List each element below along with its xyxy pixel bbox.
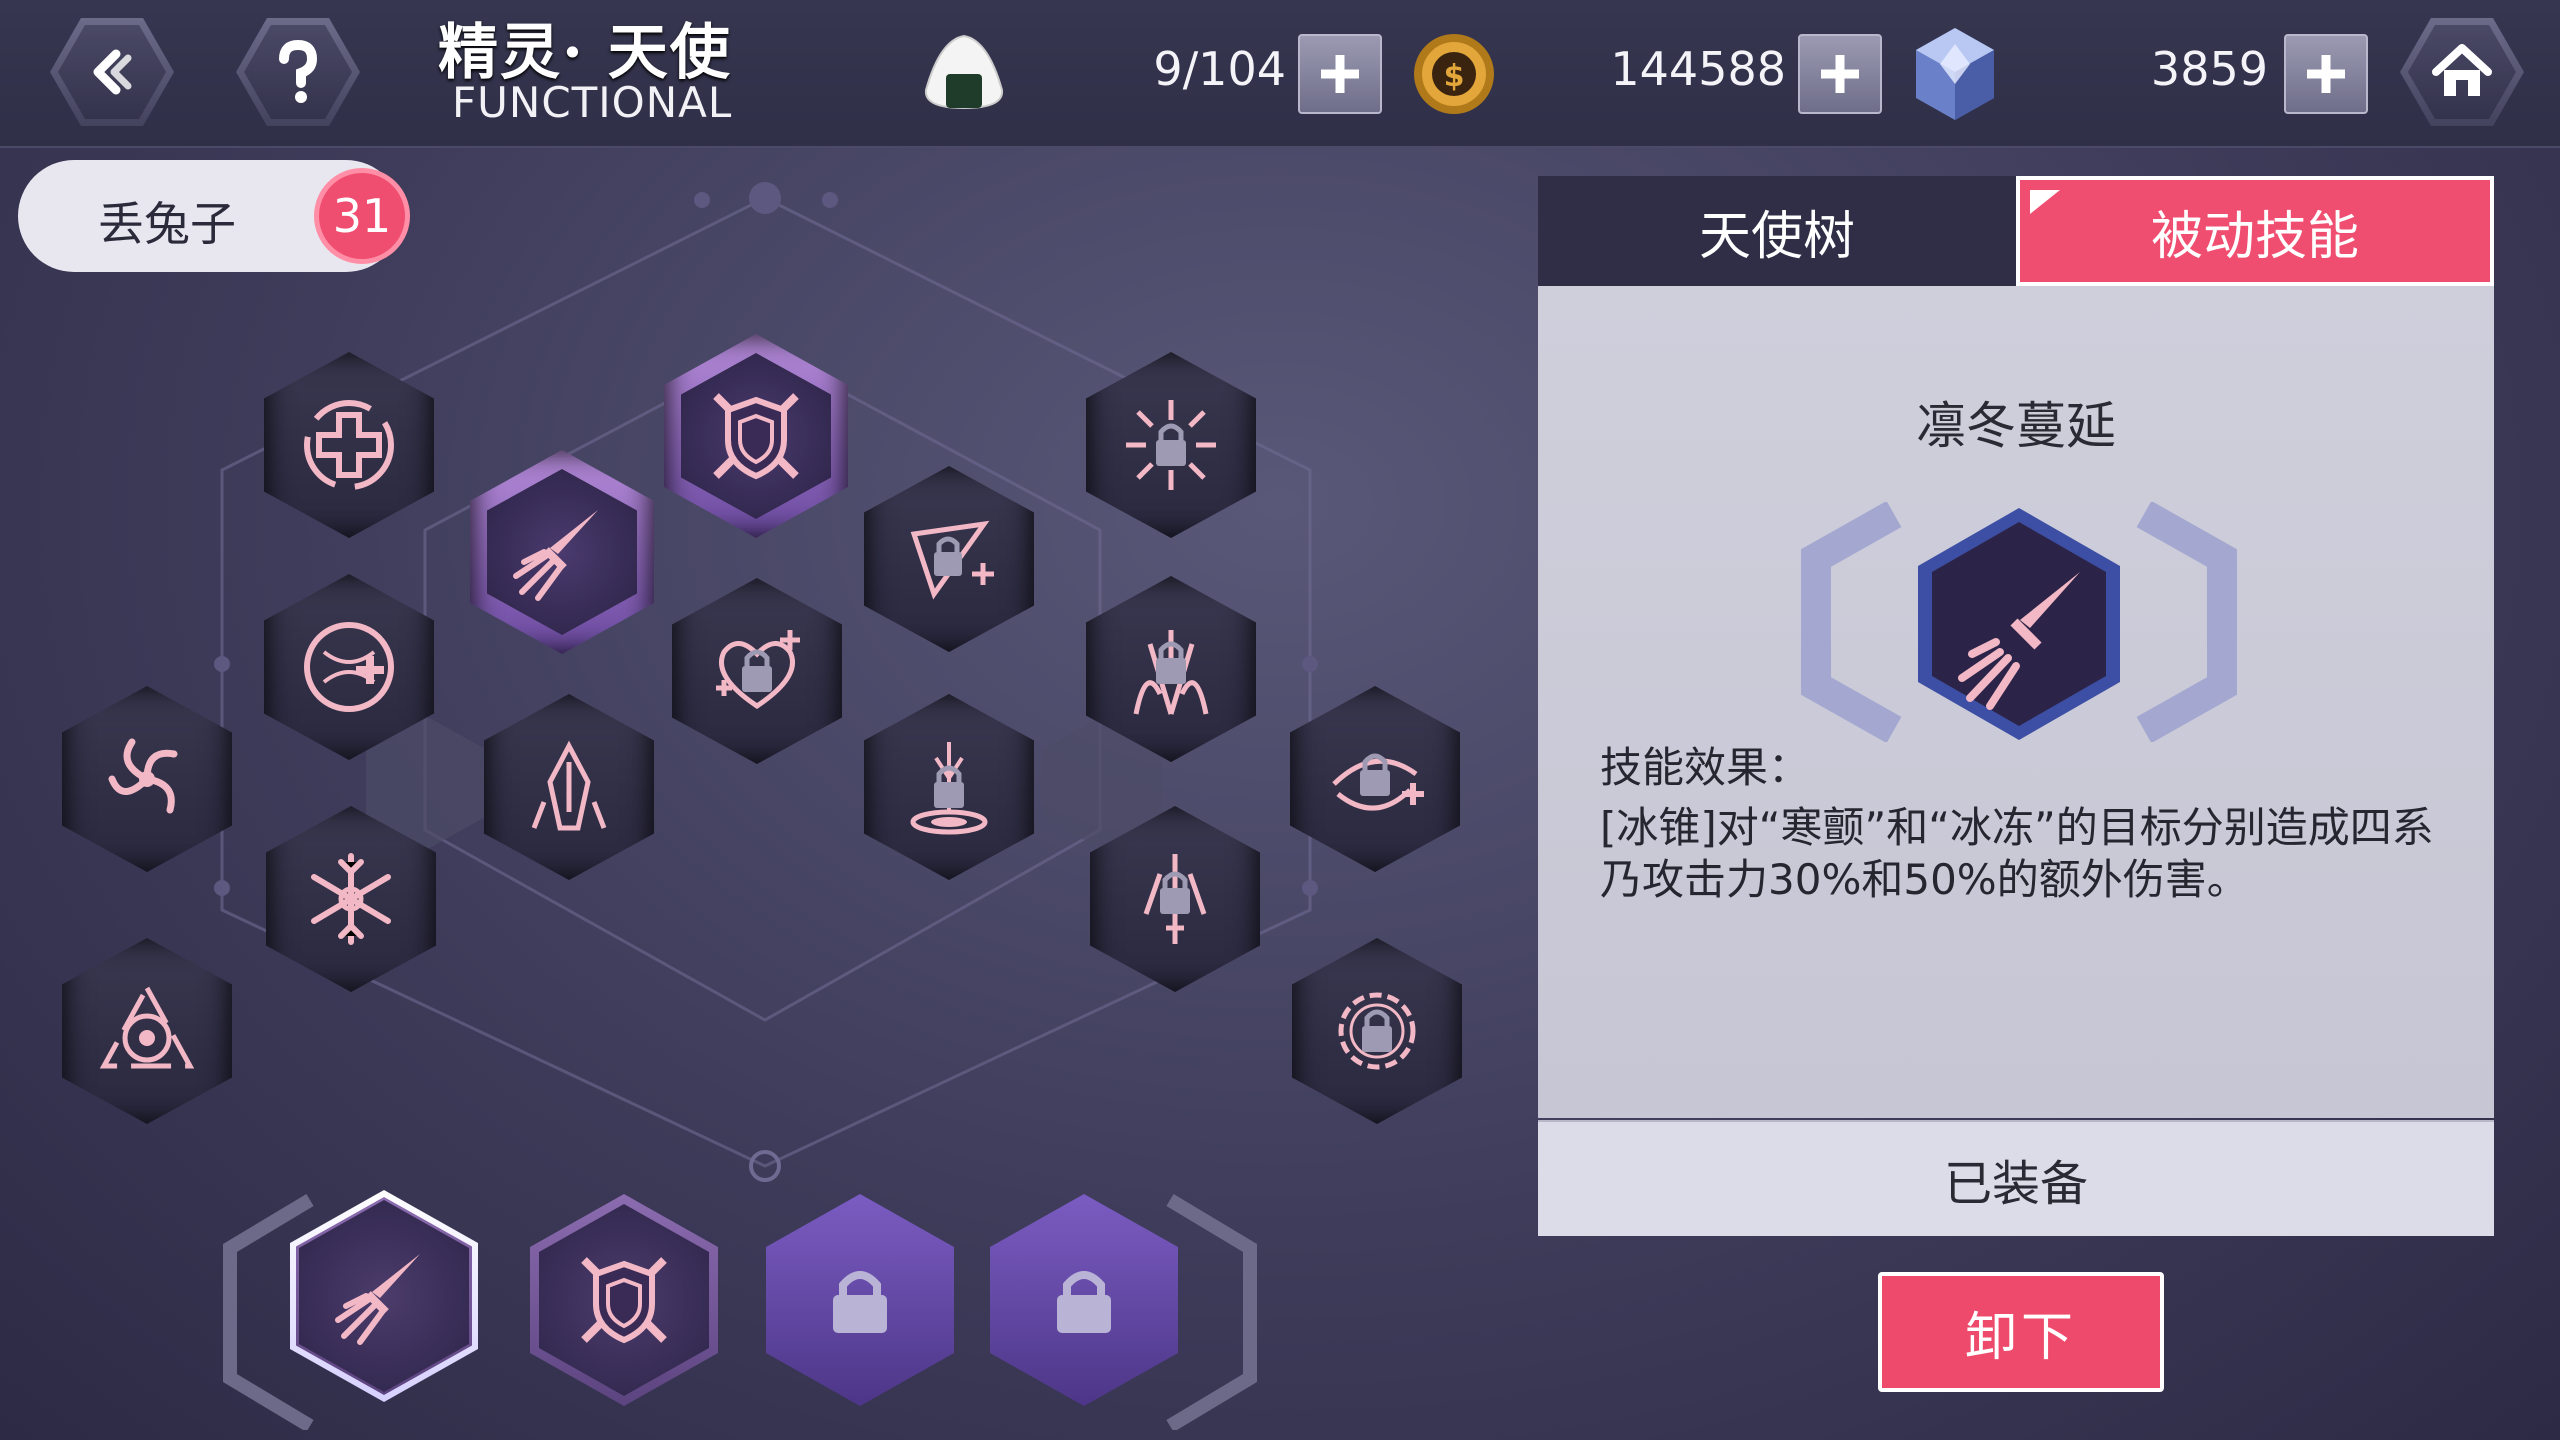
unequip-button-label: 卸下 — [1964, 1307, 2077, 1368]
locked-burst-icon — [1126, 400, 1216, 490]
tab-angel-tree[interactable]: 天使树 — [1538, 176, 2016, 286]
top-bar: 精灵· 天使 FUNCTIONAL 9/104 $ 144588 3859 — [0, 0, 2560, 148]
shield-swords-icon — [713, 393, 799, 480]
tab-angel-tree-label: 天使树 — [1698, 206, 1855, 267]
tab-corner-flag — [2030, 190, 2060, 214]
add-stamina-button[interactable] — [1298, 34, 1382, 114]
skill-name: 凛冬蔓延 — [1916, 397, 2116, 455]
locked-arrows-icon — [910, 520, 994, 600]
plus-icon — [2307, 55, 2345, 93]
equipped-label: 已装备 — [1943, 1156, 2088, 1212]
help-button[interactable] — [236, 18, 360, 126]
effect-title: 技能效果： — [1600, 743, 1811, 792]
unequip-button[interactable]: 卸下 — [1878, 1272, 2164, 1392]
equipped-status: 已装备 — [1538, 1120, 2494, 1236]
svg-text:$: $ — [1444, 59, 1465, 94]
lock-icon — [833, 1271, 887, 1333]
snowflake-icon — [311, 853, 391, 945]
back-button[interactable] — [50, 18, 174, 126]
gems-value: 3859 — [2150, 42, 2268, 96]
crystal-icon — [1916, 28, 1994, 120]
home-icon — [2432, 44, 2492, 96]
locked-spikes-icon — [1133, 630, 1209, 715]
skill-detail-panel: 凛冬蔓延 技能效果： [冰锥]对“寒颤”和“冰冻”的目标分别造成四系乃攻击力30… — [1538, 286, 2494, 1236]
locked-swirl-plus-icon — [1332, 753, 1424, 811]
ice-dagger-icon — [335, 1254, 420, 1345]
page-subtitle: FUNCTIONAL — [452, 78, 733, 127]
locked-heart-icon — [716, 630, 800, 710]
tab-passive-skills-label: 被动技能 — [2150, 206, 2359, 267]
back-arrow-icon — [93, 49, 132, 95]
heal-cross-icon — [304, 400, 394, 490]
add-gold-button[interactable] — [1798, 34, 1882, 114]
locked-pillar-icon — [910, 742, 988, 835]
ice-dagger-icon — [513, 510, 598, 601]
tab-passive-skills[interactable]: 被动技能 — [2016, 176, 2494, 286]
vortex-icon — [108, 738, 178, 814]
stamina-value: 9/104 — [1153, 42, 1286, 96]
question-mark-icon — [279, 39, 318, 103]
effect-description: [冰锥]对“寒颤”和“冰冻”的目标分别造成四系乃攻击力30%和50%的额外伤害。 — [1600, 803, 2434, 904]
plus-icon — [1821, 55, 1859, 93]
rice-ball-icon — [924, 34, 1004, 110]
add-gems-button[interactable] — [2284, 34, 2368, 114]
plus-icon — [1321, 55, 1359, 93]
gold-value: 144588 — [1610, 42, 1786, 96]
skill-detail-icon — [1801, 502, 2237, 742]
crystal-figure-icon — [531, 740, 607, 831]
tri-eye-icon — [99, 982, 195, 1069]
gold-coin-icon: $ — [1414, 34, 1494, 114]
locked-dagger-icon — [1143, 854, 1207, 944]
shield-swords-icon — [581, 1257, 667, 1344]
home-button[interactable] — [2400, 18, 2524, 126]
heal-orb-icon — [304, 622, 394, 712]
lock-icon — [1057, 1271, 1111, 1333]
locked-gear-icon — [1338, 992, 1416, 1070]
